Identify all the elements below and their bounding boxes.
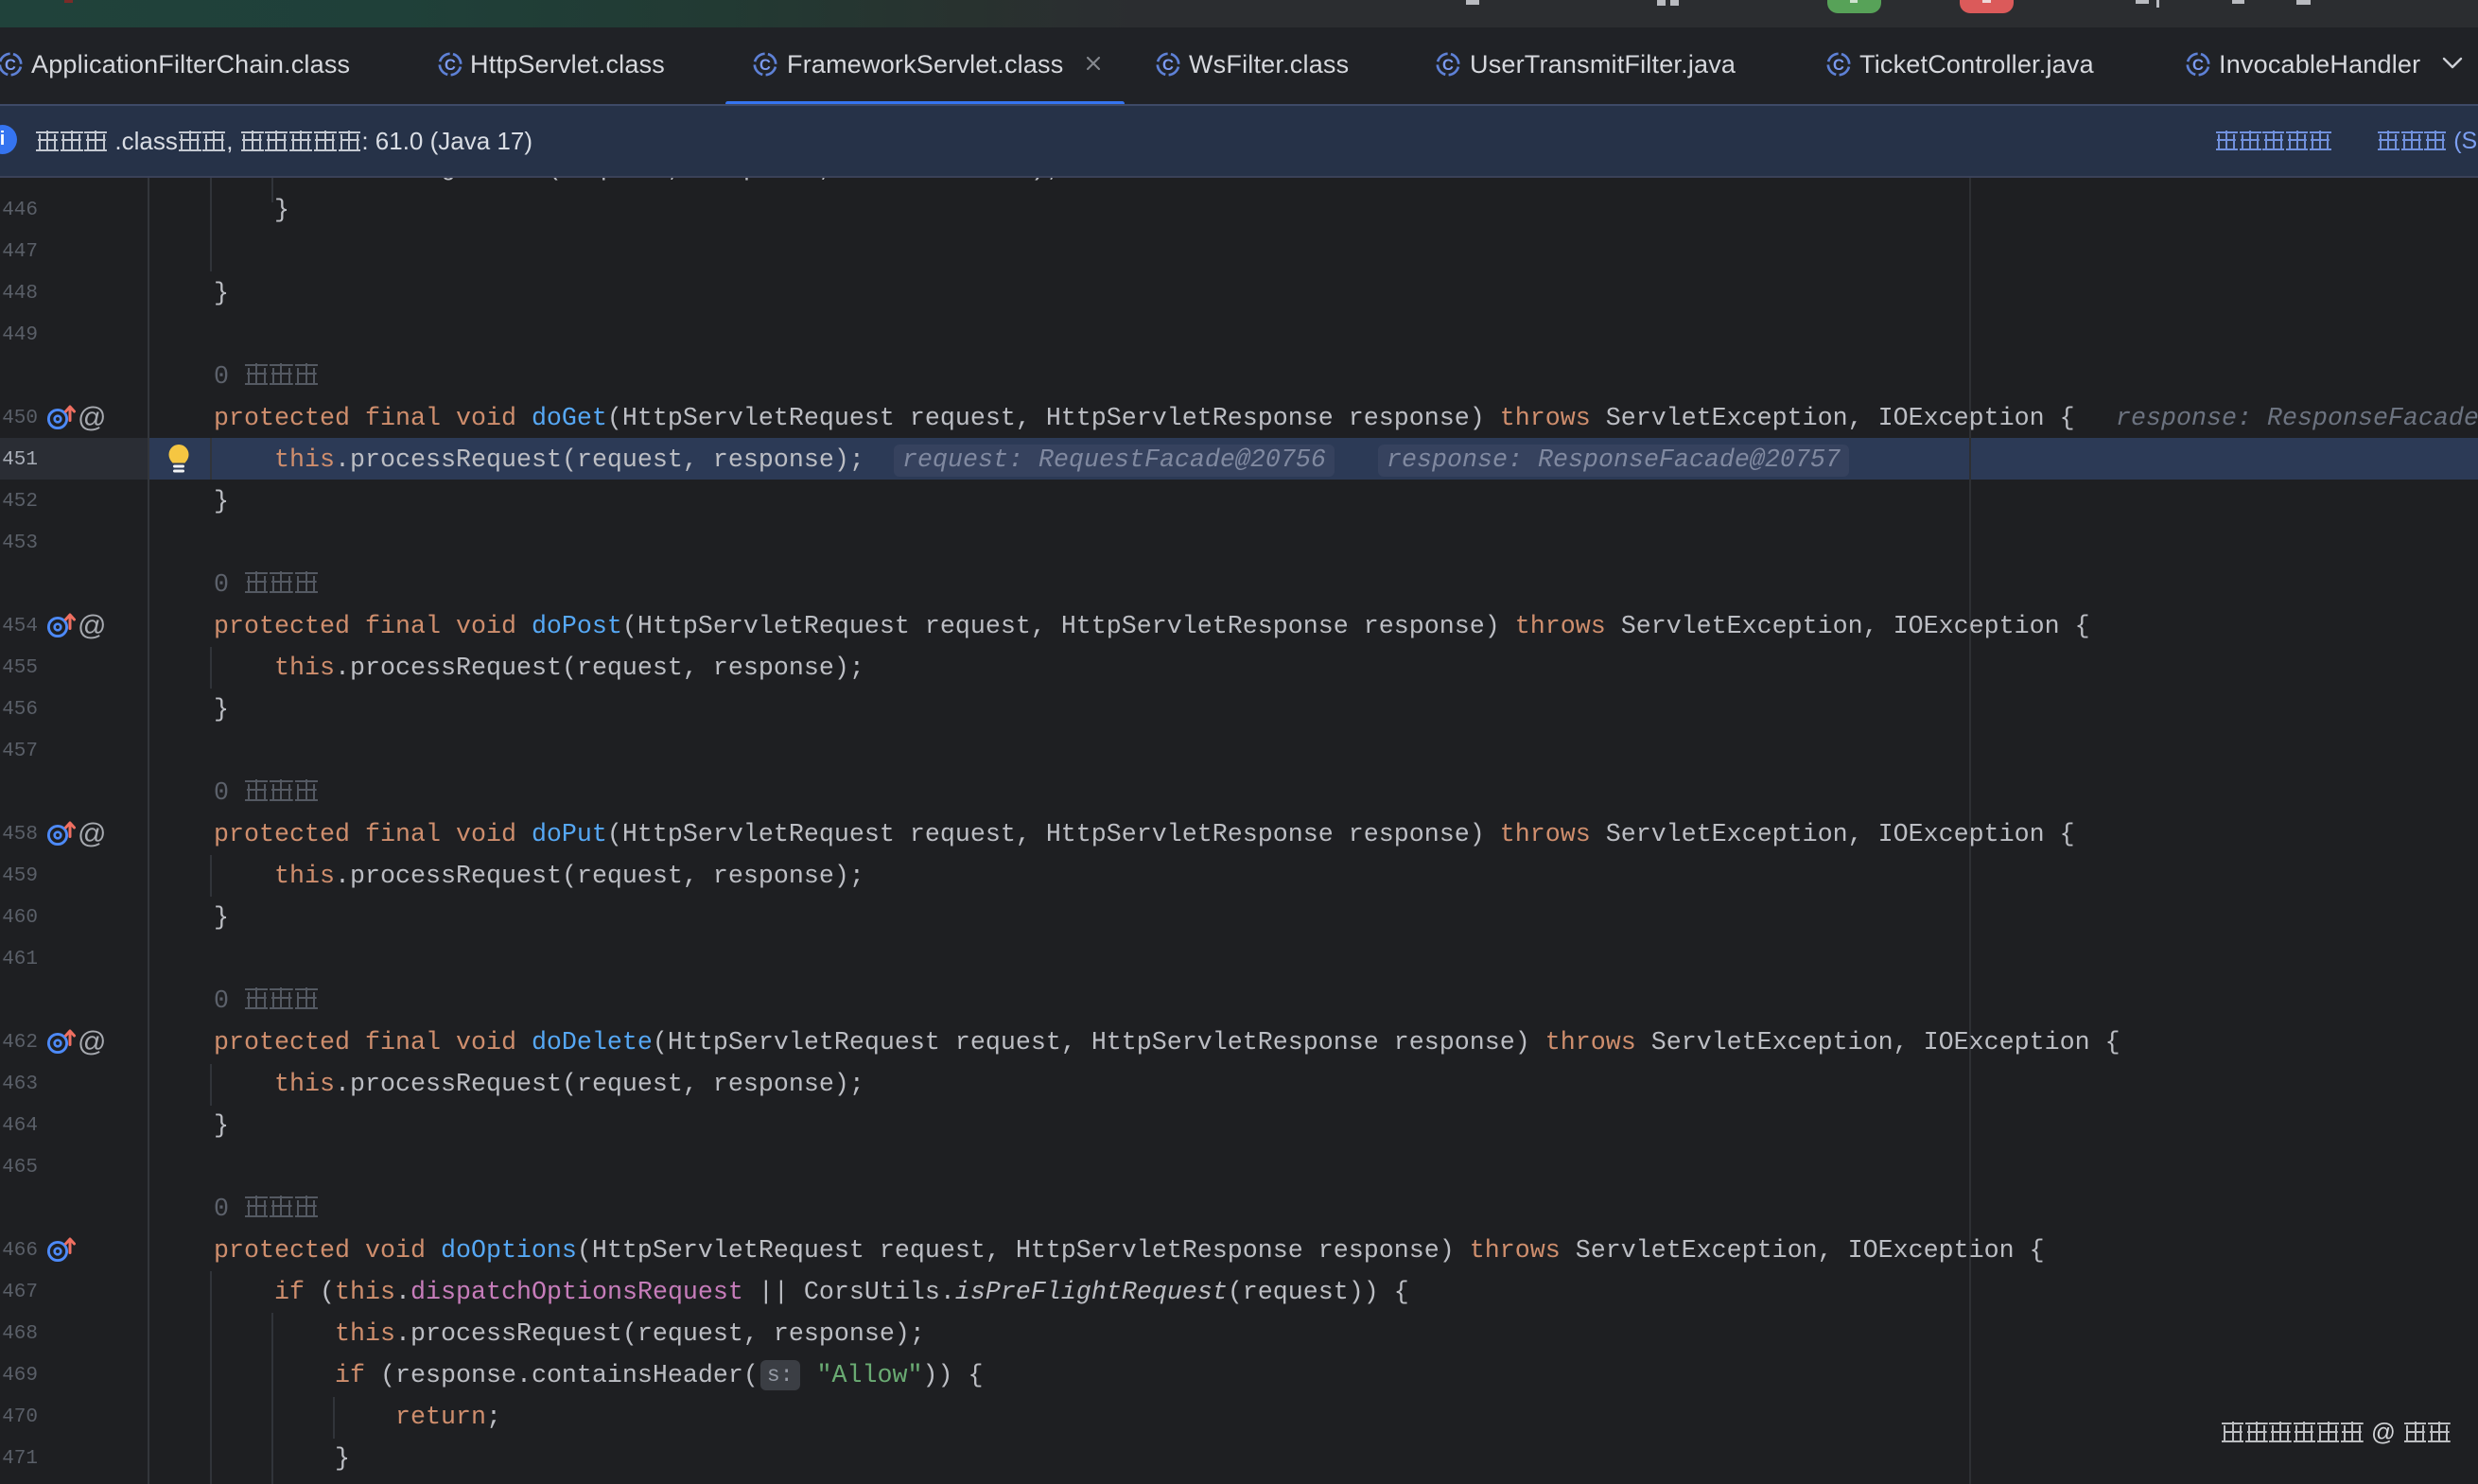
svg-text:C: C: [445, 57, 456, 74]
svg-text:C: C: [5, 57, 16, 74]
svg-text:C: C: [2192, 57, 2204, 74]
svg-text:C: C: [1442, 57, 1454, 74]
svg-text:C: C: [1162, 57, 1174, 74]
svg-text:C: C: [759, 57, 771, 74]
svg-text:C: C: [1833, 57, 1844, 74]
